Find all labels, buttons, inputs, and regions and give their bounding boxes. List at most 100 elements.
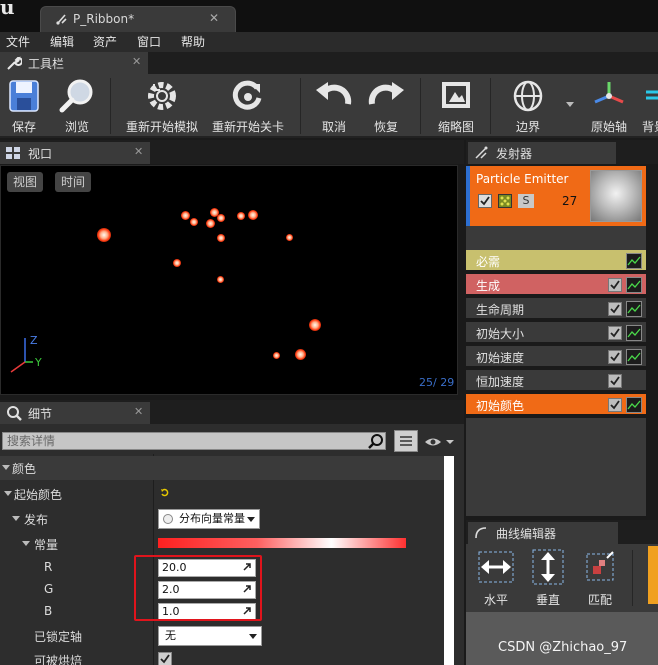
module-initial-size[interactable]: 初始大小 <box>466 322 646 344</box>
viewport-panel-tab[interactable]: 视口 ✕ <box>0 142 150 164</box>
curve-graph-area[interactable] <box>466 612 658 665</box>
fit-horizontal-button[interactable]: 水平 <box>474 548 518 608</box>
time-button[interactable]: 时间 <box>55 172 92 192</box>
fit-vertical-button[interactable]: 垂直 <box>526 548 570 608</box>
module-required[interactable]: 必需 <box>466 250 646 272</box>
list-view-icon <box>400 436 412 446</box>
locked-axes-value: 无 <box>165 629 176 642</box>
distribution-row[interactable]: 发布 分布向量常量 <box>0 507 452 531</box>
menu-file[interactable]: 文件 <box>6 33 30 50</box>
module-initial-color-checkbox[interactable] <box>608 398 622 412</box>
r-label: R <box>44 560 53 574</box>
save-button[interactable]: 保存 <box>4 76 44 136</box>
eye-icon[interactable] <box>424 435 454 449</box>
module-lifetime[interactable]: 生命周期 <box>466 298 646 320</box>
search-icon[interactable] <box>368 433 384 449</box>
bounds-dropdown-arrow-icon[interactable] <box>566 102 574 107</box>
graph-icon[interactable] <box>626 277 642 293</box>
viewport[interactable]: 视图 时间 Z Y 25/ 29 <box>0 165 458 395</box>
module-const-acceleration[interactable]: 恒加速度 <box>466 370 646 392</box>
menu-help[interactable]: 帮助 <box>181 33 205 50</box>
fit-all-button[interactable]: 匹配 <box>578 548 622 608</box>
viewport-grid-icon <box>6 147 20 159</box>
graph-icon[interactable] <box>626 301 642 317</box>
locked-axes-dropdown[interactable]: 无 <box>158 626 262 646</box>
restart-simulation-button[interactable]: 重新开始模拟 <box>122 76 202 136</box>
menu-window[interactable]: 窗口 <box>137 33 161 50</box>
origin-axis-button[interactable]: 原始轴 <box>586 76 632 136</box>
emitters-panel-tab[interactable]: 发射器 <box>468 142 616 164</box>
menu-asset[interactable]: 资产 <box>93 33 117 50</box>
origin-axis-icon <box>594 82 624 104</box>
toolbar-panel-close-icon[interactable]: ✕ <box>132 55 141 68</box>
details-panel-tab[interactable]: 细节 ✕ <box>0 402 150 424</box>
graph-icon[interactable] <box>626 325 642 341</box>
particle <box>309 319 321 331</box>
curve-editor-panel-tab[interactable]: 曲线编辑器 <box>468 522 618 544</box>
redo-button[interactable]: 恢复 <box>364 76 408 136</box>
expand-arrow-icon[interactable] <box>12 516 20 521</box>
checkmark-icon <box>610 352 620 362</box>
checkmark-icon <box>610 328 620 338</box>
fit-horizontal-label: 水平 <box>483 593 508 607</box>
module-initial-velocity-checkbox[interactable] <box>608 350 622 364</box>
module-initial-size-checkbox[interactable] <box>608 326 622 340</box>
emitter-enabled-checkbox[interactable] <box>478 194 492 208</box>
module-spawn[interactable]: 生成 <box>466 274 646 296</box>
expand-arrow-icon[interactable] <box>2 465 10 470</box>
module-const-acceleration-checkbox[interactable] <box>608 374 622 388</box>
module-list-empty-area <box>466 418 646 516</box>
toolbar-panel-header: 工具栏 ✕ <box>0 52 658 74</box>
view-button[interactable]: 视图 <box>7 172 44 192</box>
list-view-button[interactable] <box>394 430 418 452</box>
curve-toolbar-next-button[interactable] <box>648 546 658 604</box>
fit-vertical-label: 垂直 <box>535 593 560 607</box>
color-category-row[interactable]: 颜色 <box>0 456 154 480</box>
checkmark-icon <box>480 196 490 206</box>
graph-icon[interactable] <box>626 397 642 413</box>
viewport-panel-label: 视口 <box>28 147 53 161</box>
details-panel-close-icon[interactable]: ✕ <box>134 405 143 418</box>
module-initial-velocity[interactable]: 初始速度 <box>466 346 646 368</box>
expand-arrow-icon[interactable] <box>4 491 12 496</box>
graph-icon[interactable] <box>626 349 642 365</box>
initial-color-row[interactable]: 起始颜色 <box>0 482 452 506</box>
axis-z-label: Z <box>30 334 38 347</box>
browse-button[interactable]: 浏览 <box>54 76 100 136</box>
toolbar: 保存 浏览 重新开始模拟 重新开始关卡 取消 恢复 缩略图 边界 原始轴 背 <box>0 74 658 138</box>
undo-button[interactable]: 取消 <box>312 76 356 136</box>
emitter-spacer <box>466 226 646 250</box>
expand-arrow-icon[interactable] <box>22 541 30 546</box>
module-initial-size-label: 初始大小 <box>476 327 525 341</box>
axis-y-label: Y <box>35 356 42 369</box>
toolbar-panel-tab[interactable]: 工具栏 ✕ <box>0 52 148 74</box>
document-tab-close-icon[interactable]: ✕ <box>209 11 219 25</box>
background-button[interactable]: 背景 <box>636 76 658 136</box>
viewport-panel-close-icon[interactable]: ✕ <box>134 145 143 158</box>
toolbar-separator <box>420 78 421 134</box>
bounds-button[interactable]: 边界 <box>506 76 550 136</box>
reset-arrow-icon[interactable] <box>160 488 170 498</box>
module-initial-color[interactable]: 初始颜色 <box>466 394 646 416</box>
toolbar-panel-label: 工具栏 <box>28 57 65 71</box>
bounds-label: 边界 <box>515 120 540 134</box>
wrench-icon <box>7 56 22 70</box>
menu-edit[interactable]: 编辑 <box>50 33 74 50</box>
document-tab[interactable]: P_Ribbon* ✕ <box>40 6 236 32</box>
render-mode-icon[interactable] <box>498 194 512 208</box>
search-details-input[interactable] <box>2 432 386 450</box>
thumbnail-button[interactable]: 缩略图 <box>434 76 478 136</box>
thumbnail-icon <box>442 82 470 108</box>
distribution-dropdown[interactable]: 分布向量常量 <box>158 509 260 529</box>
initial-color-label: 起始颜色 <box>14 488 63 502</box>
restart-level-button[interactable]: 重新开始关卡 <box>208 76 288 136</box>
can-be-baked-checkbox[interactable] <box>158 652 172 665</box>
save-label: 保存 <box>11 120 36 134</box>
emitter-card[interactable]: Particle Emitter S 27 <box>466 166 646 226</box>
browse-label: 浏览 <box>64 120 89 134</box>
graph-icon[interactable] <box>626 253 642 269</box>
module-lifetime-checkbox[interactable] <box>608 302 622 316</box>
module-spawn-checkbox[interactable] <box>608 278 622 292</box>
solo-button[interactable]: S <box>518 194 534 208</box>
restart-level-label: 重新开始关卡 <box>211 120 284 134</box>
